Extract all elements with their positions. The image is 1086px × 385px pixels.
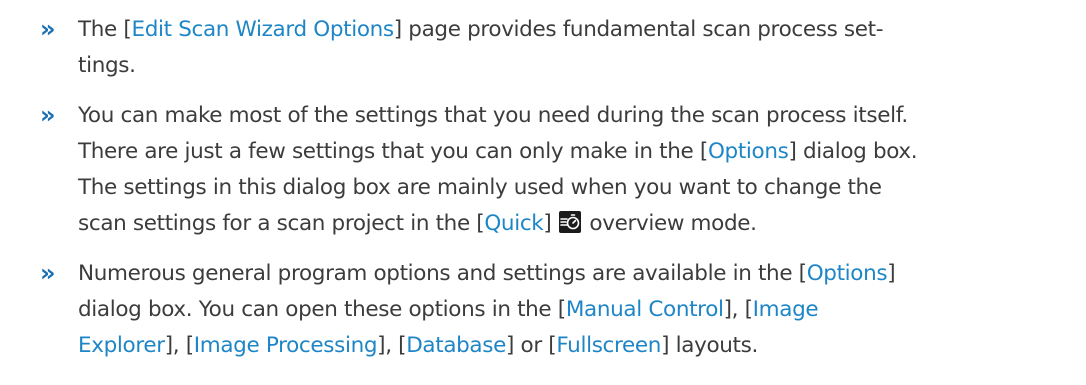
text-span: ] page provides fundamental scan process… bbox=[393, 17, 884, 42]
link-edit-scan-wizard-options[interactable]: Edit Scan Wizard Options bbox=[131, 17, 394, 42]
link-database[interactable]: Database bbox=[406, 333, 506, 358]
link-image-processing[interactable]: Image Processing bbox=[194, 333, 378, 358]
link-options[interactable]: Options bbox=[708, 139, 789, 164]
link-manual-control[interactable]: Manual Control bbox=[566, 297, 724, 322]
text-span: ], [ bbox=[723, 297, 753, 322]
text-span: dialog box. You can open these options i… bbox=[78, 297, 566, 322]
text-span: ], [ bbox=[164, 333, 194, 358]
text-line: tings. bbox=[78, 53, 136, 78]
link-image-explorer-part2[interactable]: Explorer bbox=[78, 333, 165, 358]
bullet-item-edit-scan-wizard: » The [Edit Scan Wizard Options] page pr… bbox=[0, 12, 1078, 84]
bullet-marker: » bbox=[40, 101, 56, 129]
text-line: The settings in this dialog box are main… bbox=[78, 175, 882, 200]
text-line: The [Edit Scan Wizard Options] page prov… bbox=[78, 12, 1078, 48]
text-span: ] bbox=[543, 211, 558, 236]
text-span: The [ bbox=[78, 17, 132, 42]
text-line: You can make most of the settings that y… bbox=[78, 103, 908, 128]
text-span: ] dialog box. bbox=[788, 139, 918, 164]
text-span: overview mode. bbox=[582, 211, 757, 236]
text-line: There are just a few settings that you c… bbox=[78, 134, 1078, 170]
text-span: There are just a few settings that you c… bbox=[78, 139, 708, 164]
link-fullscreen[interactable]: Fullscreen bbox=[556, 333, 661, 358]
bullet-marker: » bbox=[40, 259, 56, 287]
text-line: Explorer], [Image Processing], [Database… bbox=[78, 328, 1078, 364]
text-line: Numerous general program options and set… bbox=[78, 256, 1078, 292]
link-options[interactable]: Options bbox=[807, 261, 888, 286]
text-span: ] bbox=[887, 261, 896, 286]
text-span: ], [ bbox=[377, 333, 407, 358]
text-span: scan settings for a scan project in the … bbox=[78, 211, 485, 236]
text-span: Numerous general program options and set… bbox=[78, 261, 807, 286]
text-line: scan settings for a scan project in the … bbox=[78, 206, 1078, 242]
link-image-explorer-part1[interactable]: Image bbox=[753, 297, 819, 322]
quick-overview-icon bbox=[558, 211, 581, 233]
bullet-item-settings: » You can make most of the settings that… bbox=[0, 98, 1078, 242]
bullet-marker: » bbox=[40, 15, 56, 43]
text-span: ] or [ bbox=[506, 333, 557, 358]
text-line: dialog box. You can open these options i… bbox=[78, 292, 1078, 328]
bullet-item-program-options: » Numerous general program options and s… bbox=[0, 256, 1078, 364]
text-span: ] layouts. bbox=[661, 333, 758, 358]
link-quick[interactable]: Quick bbox=[484, 211, 543, 236]
